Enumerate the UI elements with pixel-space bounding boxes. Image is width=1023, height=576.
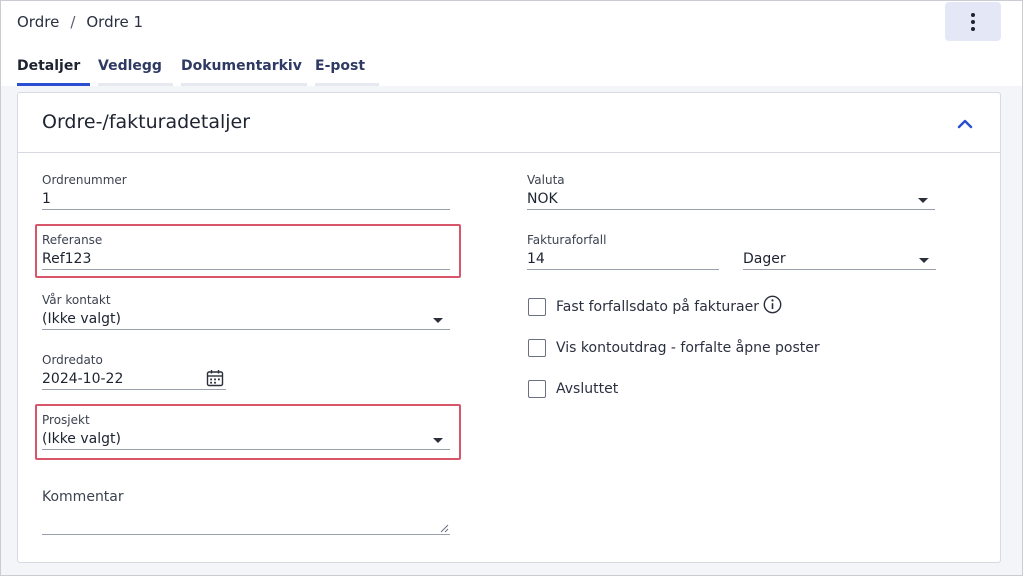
order-details-card: Ordre-/fakturadetaljer Ordrenummer 1 Ref… [17, 92, 1001, 563]
vis-kontoutdrag-label[interactable]: Vis kontoutdrag - forfalte åpne poster [556, 340, 820, 356]
kommentar-field: Kommentar [42, 489, 450, 535]
ordredato-field: Ordredato 2024-10-22 [42, 353, 226, 390]
prosjekt-label: Prosjekt [42, 413, 90, 427]
checkbox-row-vis-kontoutdrag: Vis kontoutdrag - forfalte åpne poster [528, 338, 820, 358]
prosjekt-select[interactable]: (Ikke valgt) [42, 428, 450, 450]
valuta-value: NOK [527, 191, 558, 207]
resize-handle-icon[interactable] [440, 524, 449, 533]
tab-e-post[interactable]: E-post [315, 56, 379, 86]
ordrenummer-input[interactable]: 1 [42, 188, 450, 210]
kommentar-label: Kommentar [42, 489, 124, 505]
ordredato-input[interactable]: 2024-10-22 [42, 368, 226, 390]
ordredato-value: 2024-10-22 [42, 371, 124, 387]
prosjekt-value: (Ikke valgt) [42, 431, 121, 447]
checkbox-row-avsluttet: Avsluttet [528, 379, 618, 399]
checkbox-row-fast-forfallsdato: Fast forfallsdato på fakturaer [528, 295, 782, 317]
ordredato-label: Ordredato [42, 353, 103, 367]
avsluttet-label[interactable]: Avsluttet [556, 381, 618, 397]
fast-forfallsdato-checkbox[interactable] [528, 298, 546, 316]
valuta-label: Valuta [527, 173, 565, 187]
tab-detaljer[interactable]: Detaljer [17, 56, 90, 86]
dropdown-arrow-icon [433, 438, 443, 443]
kommentar-textarea[interactable] [42, 507, 450, 535]
prosjekt-field: Prosjekt (Ikke valgt) [42, 413, 450, 450]
fakturaforfall-field: Fakturaforfall 14 [527, 233, 719, 270]
avsluttet-checkbox[interactable] [528, 380, 546, 398]
chevron-up-icon [957, 119, 973, 129]
var-kontakt-label: Vår kontakt [42, 293, 111, 307]
var-kontakt-value: (Ikke valgt) [42, 311, 121, 327]
ordrenummer-field: Ordrenummer 1 [42, 173, 450, 210]
referanse-field: Referanse Ref123 [42, 233, 450, 270]
calendar-icon[interactable] [206, 369, 224, 387]
more-vertical-icon [971, 12, 975, 31]
tab-vedlegg[interactable]: Vedlegg [98, 56, 173, 86]
valuta-select[interactable]: NOK [527, 188, 935, 210]
referanse-input[interactable]: Ref123 [42, 248, 450, 270]
info-icon[interactable] [763, 295, 782, 314]
var-kontakt-field: Vår kontakt (Ikke valgt) [42, 293, 450, 330]
card-title: Ordre-/fakturadetaljer [42, 111, 251, 133]
tab-dokumentarkiv[interactable]: Dokumentarkiv [181, 56, 307, 86]
fakturaforfall-input[interactable]: 14 [527, 248, 719, 270]
ordrenummer-label: Ordrenummer [42, 173, 127, 187]
vis-kontoutdrag-checkbox[interactable] [528, 339, 546, 357]
forfall-enhet-select[interactable]: Dager [743, 248, 936, 270]
referanse-label: Referanse [42, 233, 103, 247]
dropdown-arrow-icon [433, 318, 443, 323]
forfall-enhet-value: Dager [743, 251, 786, 267]
valuta-field: Valuta NOK [527, 173, 935, 210]
card-header[interactable]: Ordre-/fakturadetaljer [18, 93, 1000, 153]
breadcrumb-parent[interactable]: Ordre [17, 13, 59, 31]
collapse-button[interactable] [954, 113, 976, 135]
more-options-button[interactable] [945, 2, 1001, 41]
var-kontakt-select[interactable]: (Ikke valgt) [42, 308, 450, 330]
breadcrumb-current: Ordre 1 [86, 13, 143, 31]
breadcrumb: Ordre / Ordre 1 [17, 12, 143, 32]
dropdown-arrow-icon [919, 258, 929, 263]
forfall-enhet-field: Dager [743, 248, 936, 270]
dropdown-arrow-icon [918, 198, 928, 203]
fast-forfallsdato-label[interactable]: Fast forfallsdato på fakturaer [556, 299, 759, 315]
breadcrumb-separator: / [70, 13, 76, 31]
fakturaforfall-label: Fakturaforfall [527, 233, 607, 247]
tab-bar: Detaljer Vedlegg Dokumentarkiv E-post [17, 56, 387, 86]
